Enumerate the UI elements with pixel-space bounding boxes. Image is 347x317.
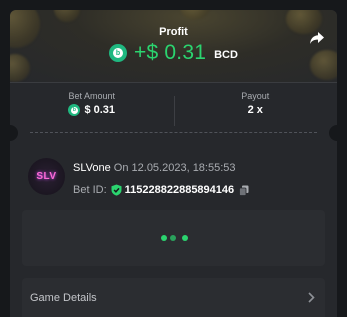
payout: Payout 2 x xyxy=(174,83,338,131)
bcd-coin-icon: b xyxy=(68,104,81,116)
share-icon[interactable] xyxy=(309,30,325,46)
profit-title: Profit xyxy=(159,26,188,38)
profit-header: Profit b +$ 0.31 BCD xyxy=(10,10,337,82)
profit-currency: BCD xyxy=(214,49,238,61)
game-result-panel xyxy=(22,210,325,266)
bet-id-value: 115228822885894146 xyxy=(124,184,235,196)
chevron-right-icon xyxy=(308,292,315,303)
loading-dot xyxy=(161,235,167,241)
bet-id-label: Bet ID: xyxy=(73,184,107,196)
ticket-notch-right xyxy=(329,125,337,141)
player-line: SLVone On 12.05.2023, 18:55:53 xyxy=(73,162,236,174)
payout-label: Payout xyxy=(241,91,270,101)
bet-amount-value: $ 0.31 xyxy=(84,104,116,116)
username[interactable]: SLVone xyxy=(73,162,111,174)
bet-amount-label: Bet Amount xyxy=(68,91,116,101)
game-details-button[interactable]: Game Details xyxy=(22,278,325,317)
loading-dot xyxy=(170,235,176,241)
bet-id-line: Bet ID: 115228822885894146 xyxy=(73,184,249,196)
bet-amount: Bet Amount b $ 0.31 xyxy=(10,83,174,131)
game-details-label: Game Details xyxy=(30,292,97,304)
stats-divider xyxy=(174,96,175,126)
decorative-coin xyxy=(54,10,80,22)
verified-shield-icon xyxy=(111,184,122,196)
bet-details-card: Profit b +$ 0.31 BCD Bet Amount b $ 0.31… xyxy=(10,10,337,317)
profit-row: b +$ 0.31 BCD xyxy=(10,41,337,65)
decorative-coin xyxy=(180,10,210,20)
profit-value: +$ 0.31 xyxy=(134,41,207,64)
avatar[interactable]: SLV xyxy=(28,158,65,195)
payout-value: 2 x xyxy=(247,104,263,116)
player-info: SLV SLVone On 12.05.2023, 18:55:53 Bet I… xyxy=(28,158,328,202)
bet-amount-value-row: b $ 0.31 xyxy=(10,104,174,116)
bet-stats: Bet Amount b $ 0.31 Payout 2 x xyxy=(10,83,337,131)
bcd-coin-icon: b xyxy=(109,44,128,62)
dashed-separator xyxy=(30,132,317,133)
bet-date: On 12.05.2023, 18:55:53 xyxy=(113,162,236,174)
loading-dot xyxy=(182,235,188,241)
copy-icon[interactable] xyxy=(239,185,249,196)
avatar-text: SLV xyxy=(36,171,57,182)
